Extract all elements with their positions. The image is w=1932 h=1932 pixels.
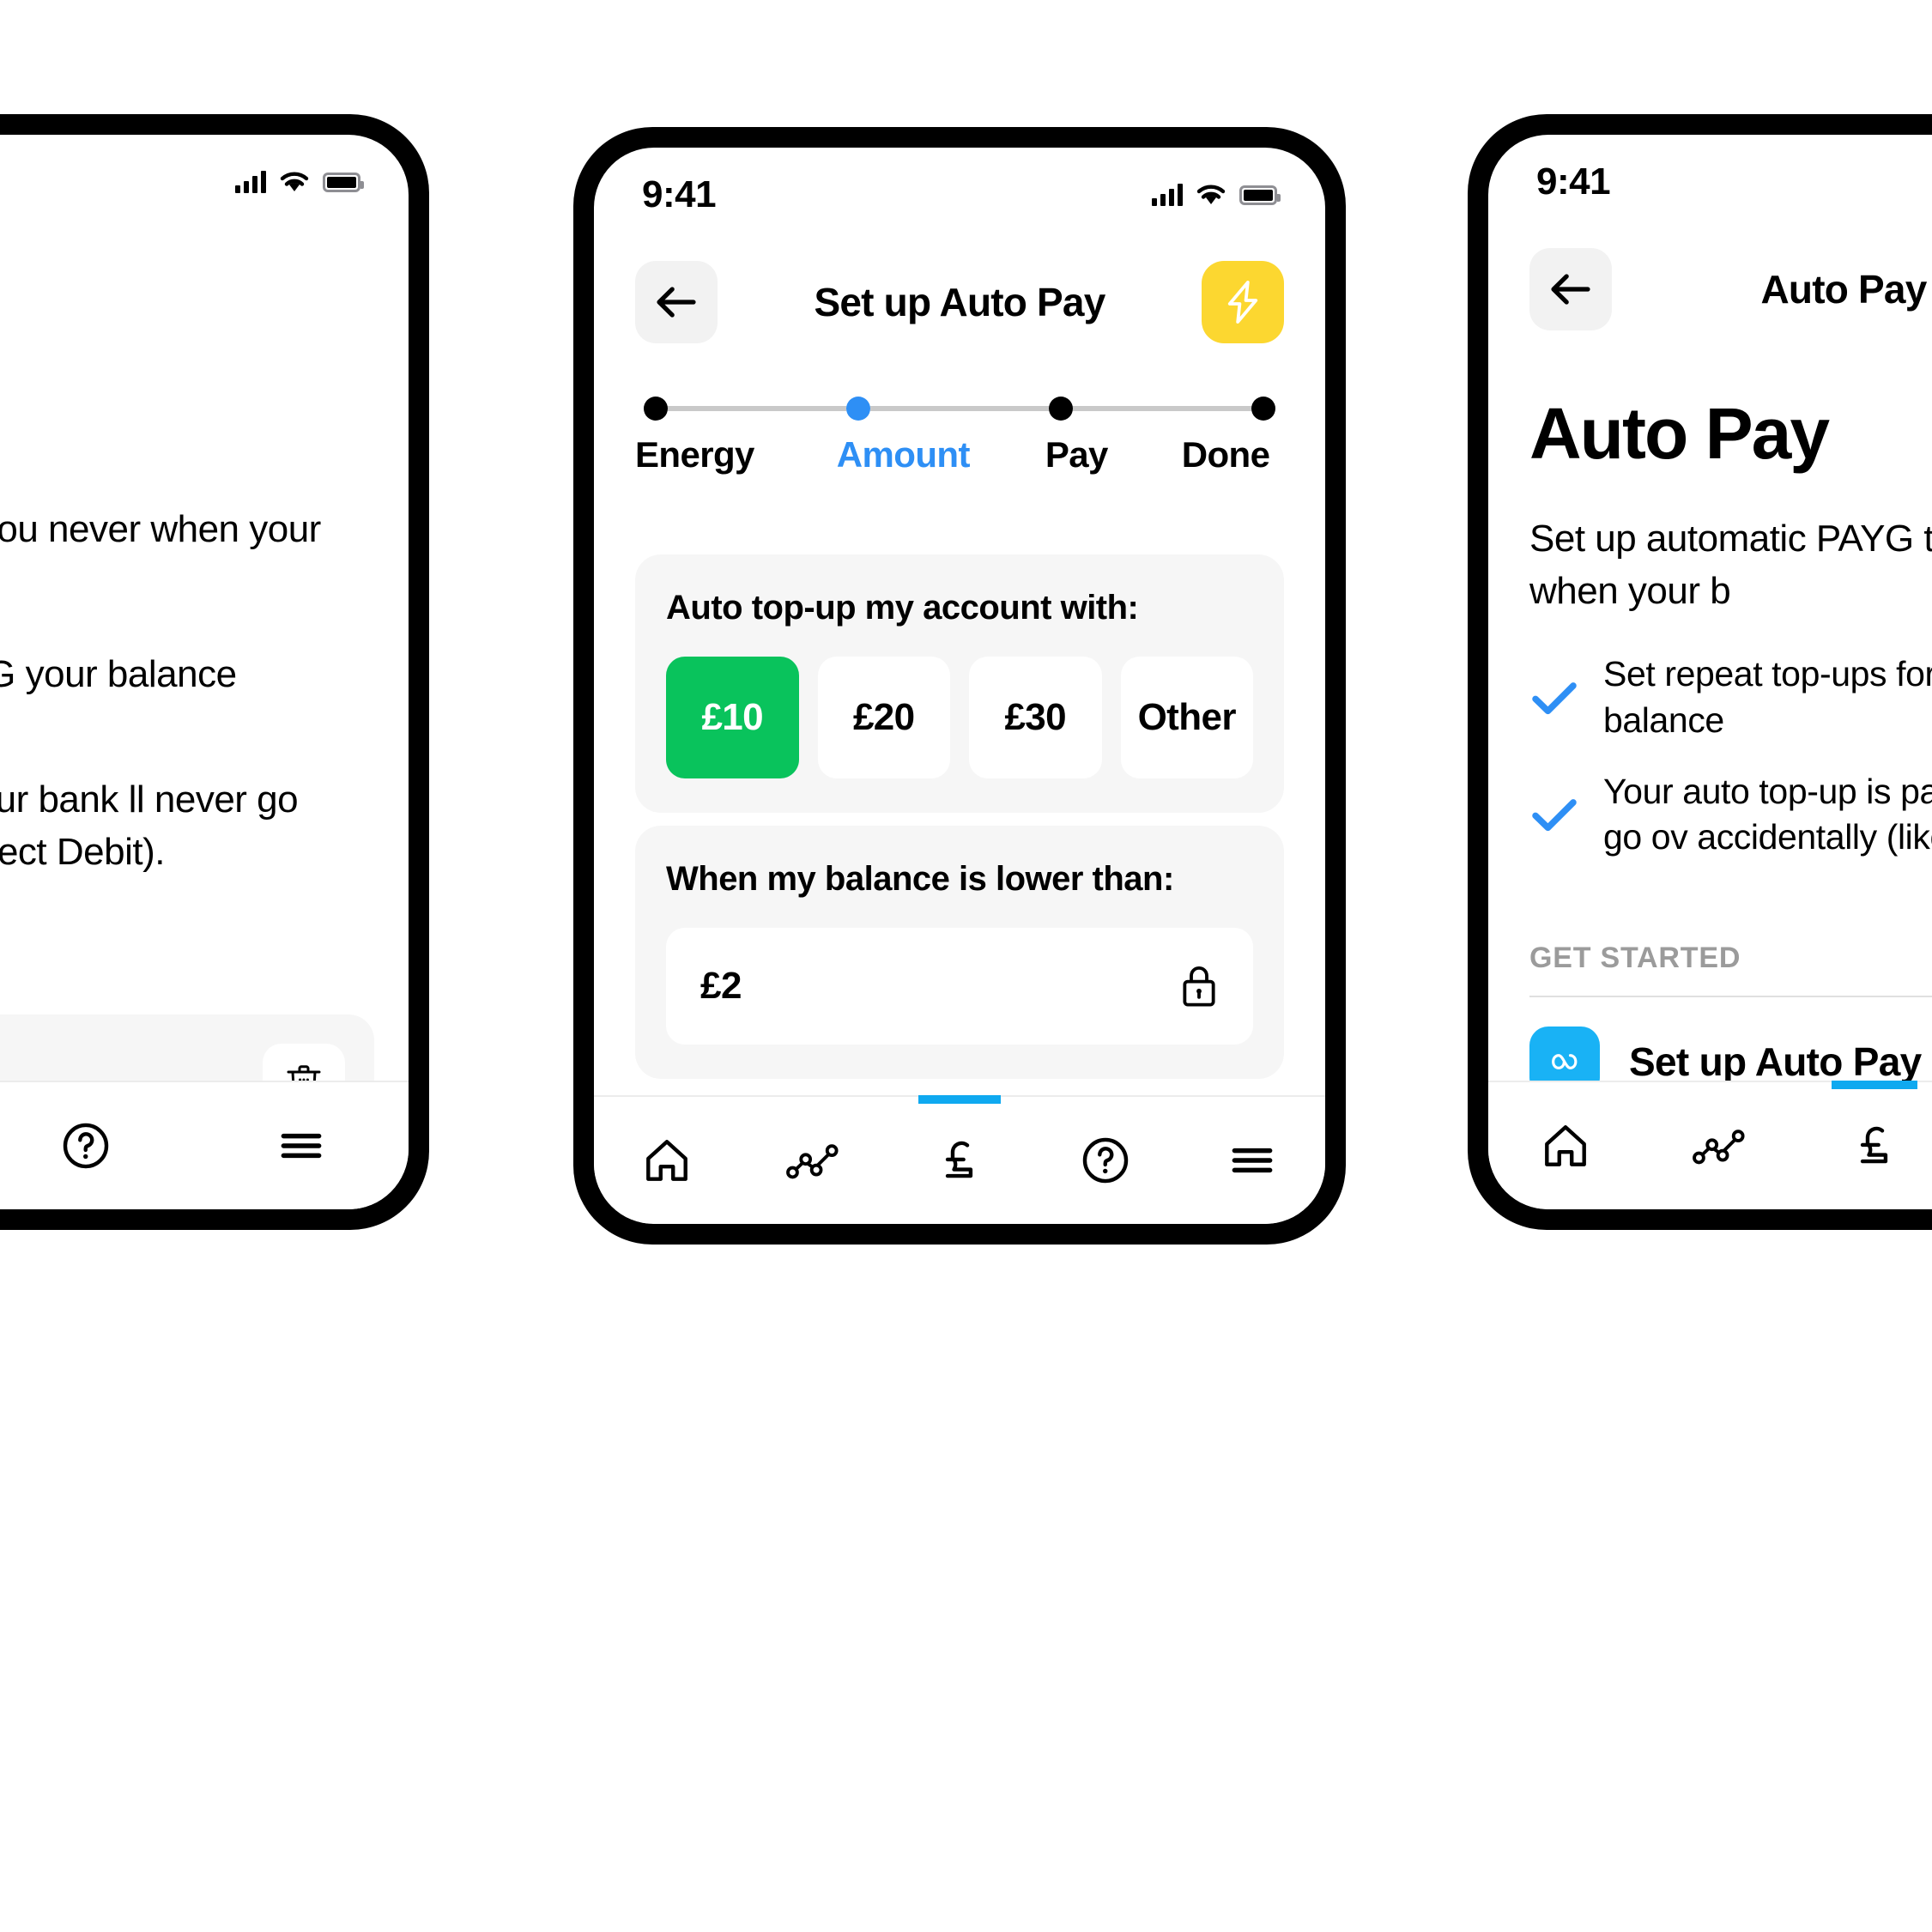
phone-center-screen: 9:41 Set up Auto Pay Energy Amount Pay D… (594, 148, 1325, 1224)
step-line-2 (870, 406, 1049, 411)
tab-help-left[interactable] (0, 1082, 193, 1209)
setup-stepper: Energy Amount Pay Done (635, 397, 1284, 475)
intro-paragraph-3: op-up is paid with your bank ll never go… (0, 778, 299, 873)
intro-paragraph-1: c PAYG top-ups so you never when your ba… (0, 508, 321, 550)
status-time: 9:41 (1536, 160, 1611, 203)
topup-card-title: Auto top-up my account with: (666, 589, 1139, 627)
usage-graph-icon (785, 1144, 839, 1179)
right-content: Auto Pay Set up automatic PAYG top-u for… (1529, 392, 1932, 861)
tab-usage-right[interactable] (1643, 1082, 1797, 1209)
phone-left: Auto Pay c PAYG top-ups so you never whe… (0, 114, 429, 1230)
hamburger-menu-icon (281, 1133, 322, 1159)
phone-right-screen: 9:41 Auto Pay Auto Pay Set up automatic … (1488, 135, 1932, 1209)
threshold-card-title: When my balance is lower than: (666, 860, 1174, 898)
status-bar-center: 9:41 (594, 148, 1325, 242)
step-dot-energy[interactable] (644, 397, 668, 421)
benefits-list: Set repeat top-ups for yo meter when you… (1529, 651, 1932, 860)
get-started-kicker: GET STARTED (1529, 942, 1741, 974)
pound-icon (945, 1141, 973, 1178)
step-dot-amount[interactable] (846, 397, 870, 421)
amount-option-other[interactable]: Other (1120, 657, 1253, 778)
topup-amount-card: Auto top-up my account with: £10 £20 £30… (635, 554, 1284, 813)
hamburger-menu-icon (1232, 1148, 1273, 1173)
quick-action-button[interactable] (1202, 261, 1284, 343)
check-icon (1532, 681, 1577, 714)
step-label-pay[interactable]: Pay (1045, 434, 1109, 475)
tab-home-center[interactable] (594, 1097, 740, 1224)
tab-pound-center[interactable] (887, 1095, 1033, 1224)
page-title-right: Auto Pay (1760, 267, 1928, 312)
wifi-icon (1196, 185, 1226, 204)
home-icon (1545, 1125, 1586, 1166)
question-circle-icon (63, 1123, 109, 1169)
tab-help-center[interactable] (1033, 1097, 1178, 1224)
status-bar-left (0, 135, 409, 229)
step-line-3 (1073, 406, 1251, 411)
nav-bar-right: Auto Pay (1488, 229, 1932, 349)
phone-right: 9:41 Auto Pay Auto Pay Set up automatic … (1468, 114, 1932, 1230)
threshold-value: £2 (700, 965, 742, 1007)
check-icon (1532, 799, 1577, 832)
tab-menu-left[interactable] (193, 1082, 409, 1209)
page-title-left: Auto Pay (0, 266, 367, 312)
nav-bar-center: Set up Auto Pay (594, 242, 1325, 362)
tab-home-right[interactable] (1488, 1082, 1643, 1209)
step-dot-done[interactable] (1251, 397, 1275, 421)
signal-bars-icon (235, 171, 266, 193)
phone-center: 9:41 Set up Auto Pay Energy Amount Pay D… (573, 127, 1346, 1245)
amount-options: £10 £20 £30 Other (666, 657, 1253, 778)
benefit-text: Set repeat top-ups for yo meter when you… (1603, 654, 1932, 740)
pound-icon (1860, 1126, 1888, 1164)
tab-bar-right (1488, 1081, 1932, 1209)
tab-bar-left (0, 1081, 409, 1209)
benefit-item: Set repeat top-ups for yo meter when you… (1529, 651, 1932, 743)
usage-graph-icon (1693, 1130, 1745, 1165)
wifi-icon (280, 172, 309, 191)
tab-menu-center[interactable] (1179, 1097, 1325, 1224)
benefit-text: Your auto top-up is paid card, so you’ll… (1603, 772, 1932, 857)
phone-left-screen: Auto Pay c PAYG top-ups so you never whe… (0, 135, 409, 1209)
status-icons (235, 171, 364, 193)
step-label-done[interactable]: Done (1182, 434, 1270, 475)
left-intro-block: c PAYG top-ups so you never when your ba… (0, 504, 374, 878)
battery-icon (1239, 185, 1281, 205)
back-button[interactable] (635, 261, 718, 343)
back-arrow-icon (1551, 274, 1590, 305)
home-icon (646, 1140, 688, 1181)
step-label-amount[interactable]: Amount (837, 434, 971, 475)
battery-icon (323, 172, 364, 192)
status-bar-right: 9:41 (1488, 135, 1932, 229)
nav-bar-left: Auto Pay (0, 229, 409, 349)
intro-paragraph-2: op-ups for your PAYG your balance reache… (0, 653, 237, 696)
page-title-center: Set up Auto Pay (814, 280, 1106, 324)
lock-icon (1183, 966, 1215, 1007)
signal-bars-icon (1152, 184, 1183, 206)
hero-title: Auto Pay (1529, 393, 1830, 474)
stepper-labels: Energy Amount Pay Done (635, 434, 1284, 475)
infinity-icon (1552, 1054, 1578, 1069)
status-icons (1152, 184, 1281, 206)
stepper-track (635, 397, 1284, 421)
status-time: 9:41 (642, 173, 717, 215)
right-intro-copy: Set up automatic PAYG top-u forget to to… (1529, 518, 1932, 612)
question-circle-icon (1083, 1137, 1129, 1184)
lightning-bolt-icon (1227, 281, 1258, 324)
benefit-item: Your auto top-up is paid card, so you’ll… (1529, 769, 1932, 861)
step-dot-pay[interactable] (1049, 397, 1073, 421)
back-arrow-icon (657, 287, 696, 318)
tab-bar-center (594, 1095, 1325, 1224)
back-button[interactable] (1529, 248, 1612, 330)
step-label-energy[interactable]: Energy (635, 434, 754, 475)
list-item-label: Set up Auto Pay (1629, 1039, 1922, 1084)
amount-option-10[interactable]: £10 (666, 657, 799, 778)
threshold-input[interactable]: £2 (666, 928, 1253, 1045)
tab-usage-center[interactable] (740, 1097, 886, 1224)
tab-pound-right[interactable] (1797, 1081, 1932, 1209)
amount-option-30[interactable]: £30 (969, 657, 1102, 778)
step-line-1 (668, 406, 846, 411)
screenshot-canvas: Auto Pay c PAYG top-ups so you never whe… (0, 0, 1932, 1932)
balance-threshold-card: When my balance is lower than: £2 (635, 826, 1284, 1079)
amount-option-20[interactable]: £20 (817, 657, 950, 778)
